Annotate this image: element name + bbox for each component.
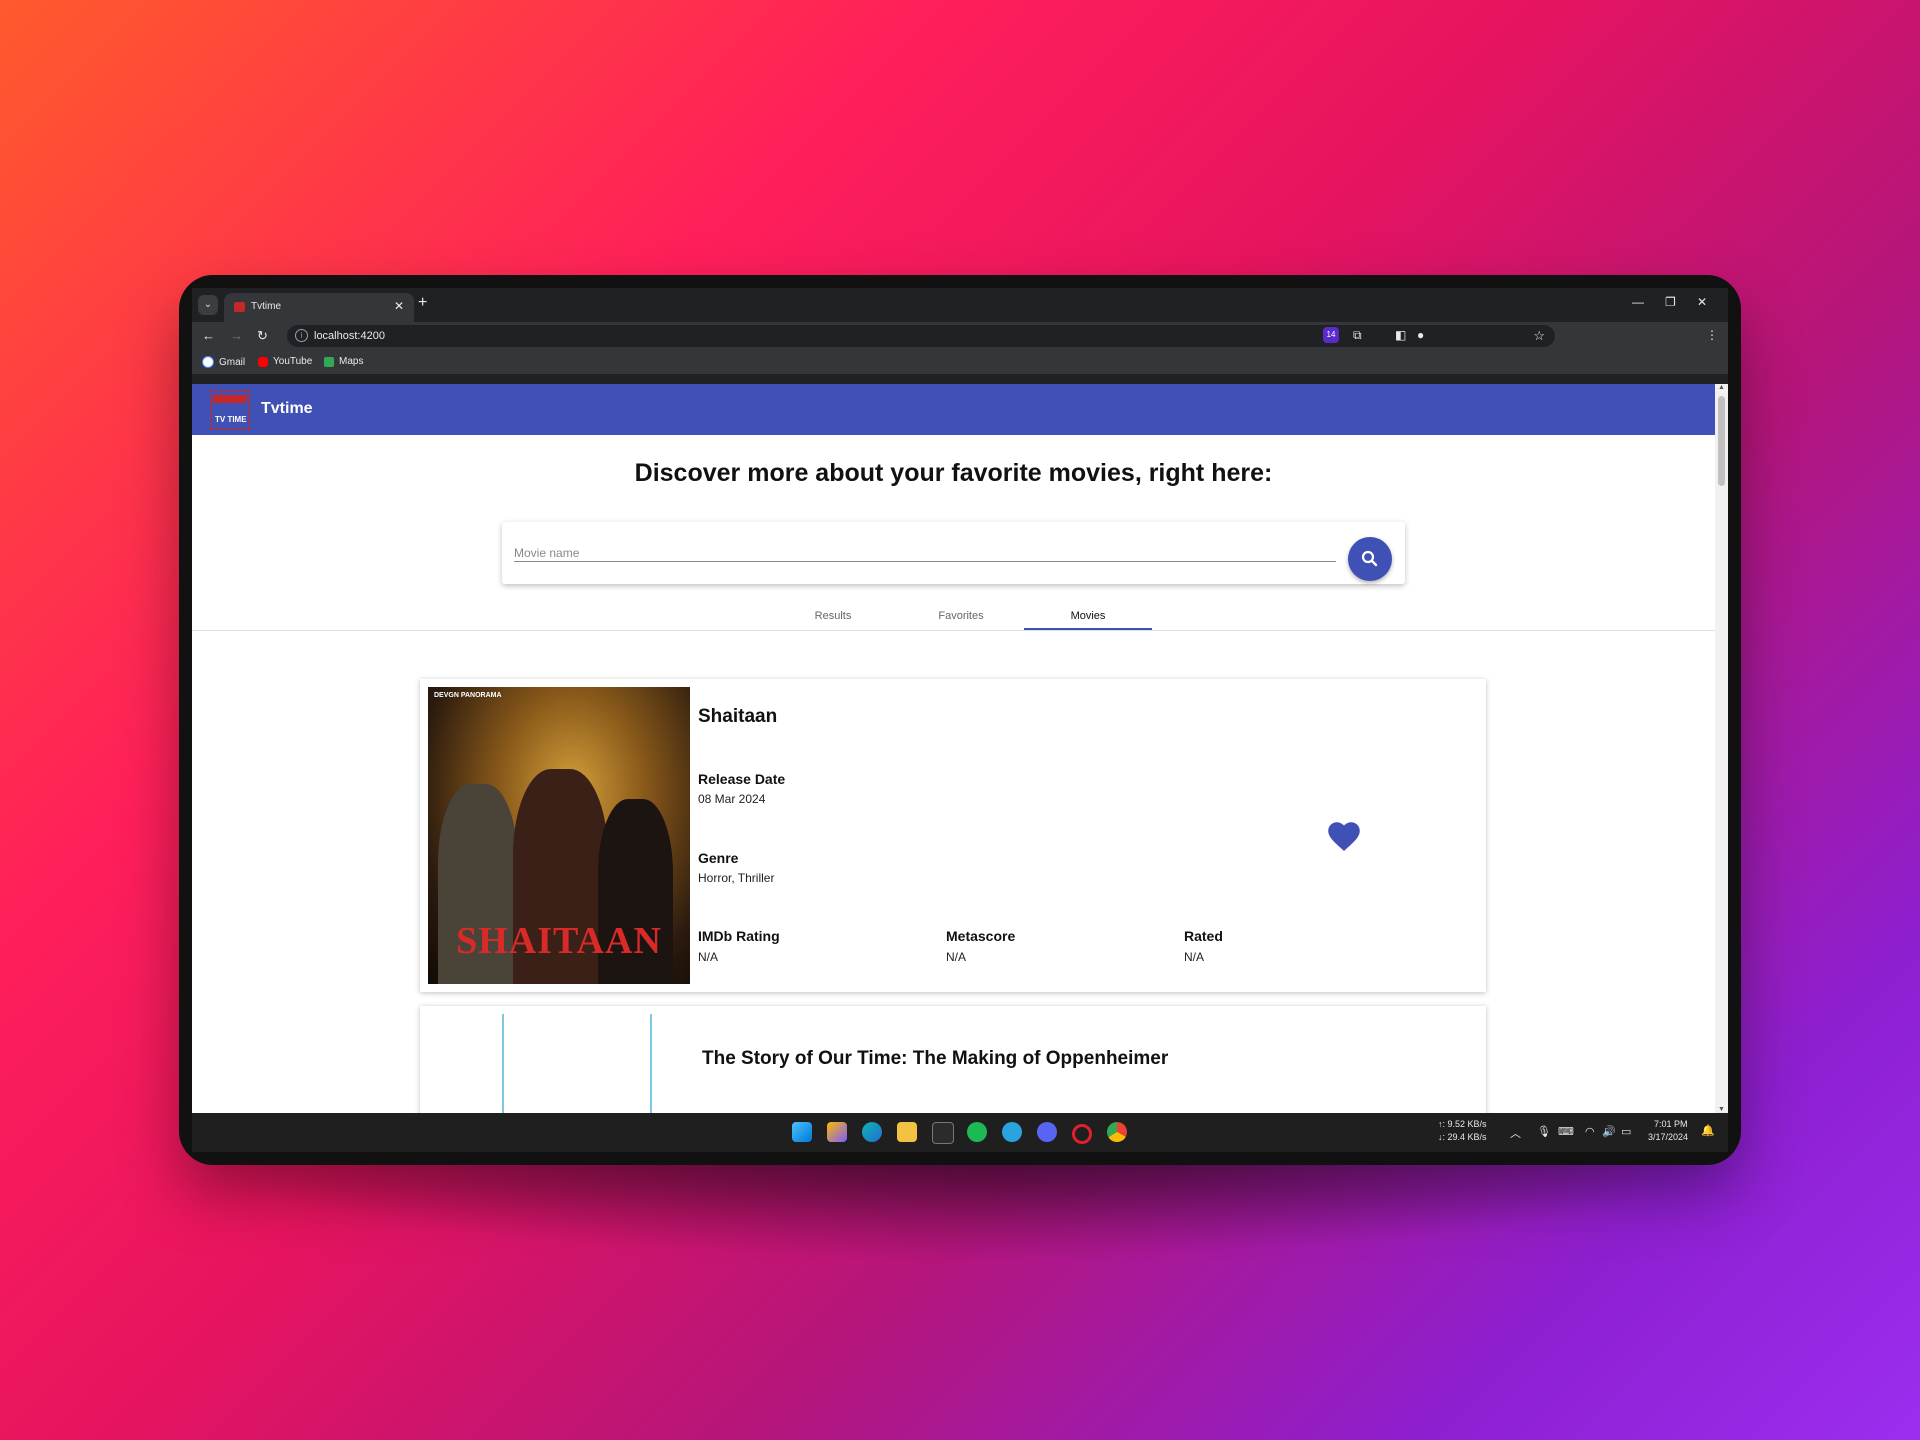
restore-icon[interactable]: ❐ <box>1665 295 1676 309</box>
windows-taskbar: ↑: 9.52 KB/s ↓: 29.4 KB/s ︿ 🎙 ⌨ ◠ 🔊 ▭ 7:… <box>192 1113 1728 1152</box>
rated-label: Rated <box>1184 928 1223 944</box>
notification-bell-icon[interactable]: 🔔 <box>1701 1124 1715 1137</box>
screen: ⌄ Tvtime ✕ + — ❐ ✕ ← → ↻ i localhost:420… <box>192 288 1728 1152</box>
edge-icon[interactable] <box>862 1122 882 1142</box>
tab-strip: ⌄ Tvtime ✕ + — ❐ ✕ <box>192 288 1728 322</box>
close-window-icon[interactable]: ✕ <box>1697 295 1707 309</box>
net-download: ↓: 29.4 KB/s <box>1438 1132 1487 1142</box>
search-card <box>502 522 1405 584</box>
opera-icon[interactable] <box>1072 1124 1092 1144</box>
url-text: localhost:4200 <box>314 330 385 342</box>
net-upload: ↑: 9.52 KB/s <box>1438 1119 1487 1129</box>
extensions-icon[interactable]: ⧉ <box>1353 328 1362 343</box>
active-tab-indicator <box>1024 628 1152 630</box>
movie-search-input[interactable] <box>514 544 1336 562</box>
site-info-icon[interactable]: i <box>295 329 308 342</box>
copilot-icon[interactable] <box>827 1122 847 1142</box>
start-icon[interactable] <box>792 1122 812 1142</box>
extension-badge[interactable]: 14 <box>1323 327 1339 343</box>
back-icon[interactable]: ← <box>202 328 215 343</box>
tab-close-icon[interactable]: ✕ <box>394 299 404 313</box>
logo-text: TV TIME <box>215 415 247 424</box>
minimize-icon[interactable]: — <box>1632 295 1644 309</box>
terminal-icon[interactable] <box>932 1122 954 1144</box>
profile-icon[interactable]: ● <box>1417 328 1424 342</box>
youtube-icon <box>258 356 268 367</box>
clock-date[interactable]: 3/17/2024 <box>1648 1132 1688 1142</box>
movie-poster: DEVGN PANORAMA SHAITAAN <box>428 687 690 984</box>
tab-search-icon[interactable]: ⌄ <box>198 295 218 315</box>
bookmark-maps[interactable]: Maps <box>324 356 363 367</box>
app-toolbar: TV TIME Tvtime <box>192 384 1715 435</box>
browser-tab[interactable]: Tvtime ✕ <box>224 293 414 322</box>
tab-favorites[interactable]: Favorites <box>897 610 1025 622</box>
movie-tabs: Results Favorites Movies <box>192 600 1715 631</box>
new-tab-button[interactable]: + <box>418 294 427 312</box>
metascore-value: N/A <box>946 950 967 964</box>
movie-title: Shaitaan <box>698 706 778 727</box>
side-panel-icon[interactable]: ◧ <box>1395 328 1406 342</box>
imdb-value: N/A <box>698 950 719 964</box>
imdb-label: IMDb Rating <box>698 928 780 944</box>
tray-chevron-icon[interactable]: ︿ <box>1510 1125 1521 1141</box>
page-scrollbar[interactable]: ▲ ▼ <box>1715 384 1728 1113</box>
address-bar[interactable]: i localhost:4200 ☆ <box>287 325 1555 347</box>
favorite-heart-icon[interactable] <box>1326 819 1362 853</box>
tvtime-logo: TV TIME <box>210 390 250 430</box>
discord-icon[interactable] <box>1037 1122 1057 1142</box>
keyboard-icon[interactable]: ⌨ <box>1558 1125 1574 1138</box>
movie-card: DEVGN PANORAMA SHAITAAN Shaitaan Release… <box>420 679 1486 992</box>
bookmarks-bar: Gmail YouTube Maps <box>192 350 1728 374</box>
reload-icon[interactable]: ↻ <box>257 328 268 344</box>
poster-studio-text: DEVGN PANORAMA <box>434 692 502 699</box>
telegram-icon[interactable] <box>1002 1122 1022 1142</box>
metascore-label: Metascore <box>946 928 1016 944</box>
tab-title: Tvtime <box>251 301 281 312</box>
bookmark-gmail[interactable]: Gmail <box>202 356 245 368</box>
battery-icon[interactable]: ▭ <box>1621 1125 1631 1138</box>
maps-icon <box>324 356 334 367</box>
search-button[interactable] <box>1348 537 1392 581</box>
wifi-icon[interactable]: ◠ <box>1585 1125 1595 1138</box>
movie-title: The Story of Our Time: The Making of Opp… <box>702 1048 1169 1069</box>
poster-title: SHAITAAN <box>456 920 662 962</box>
scroll-down-icon[interactable]: ▼ <box>1718 1106 1725 1113</box>
page-headline: Discover more about your favorite movies… <box>634 459 1273 487</box>
genre-value: Horror, Thriller <box>698 871 775 885</box>
app-title: Tvtime <box>261 400 313 417</box>
search-icon <box>1361 550 1378 567</box>
scrollbar-thumb[interactable] <box>1718 396 1725 486</box>
tab-favicon-icon <box>234 302 245 312</box>
bookmark-youtube[interactable]: YouTube <box>258 356 312 367</box>
scroll-up-icon[interactable]: ▲ <box>1718 384 1725 391</box>
tab-results[interactable]: Results <box>769 610 897 622</box>
chrome-icon[interactable] <box>1107 1122 1127 1142</box>
browser-toolbar: ← → ↻ i localhost:4200 ☆ 14 ⧉ ◧ ● ⋮ <box>192 322 1728 350</box>
logo-clapper <box>212 395 248 403</box>
clock-time[interactable]: 7:01 PM <box>1654 1119 1688 1129</box>
tab-movies[interactable]: Movies <box>1024 610 1152 622</box>
spotify-icon[interactable] <box>967 1122 987 1142</box>
movie-card: The Story of Our Time: The Making of Opp… <box>420 1006 1486 1113</box>
file-explorer-icon[interactable] <box>897 1122 917 1142</box>
rated-value: N/A <box>1184 950 1205 964</box>
release-date-value: 08 Mar 2024 <box>698 792 766 806</box>
bookmark-star-icon[interactable]: ☆ <box>1533 328 1545 344</box>
page-viewport: TV TIME Tvtime Discover more about your … <box>192 384 1715 1113</box>
menu-icon[interactable]: ⋮ <box>1706 328 1718 342</box>
google-icon <box>202 356 214 368</box>
volume-icon[interactable]: 🔊 <box>1602 1125 1616 1138</box>
movie-poster <box>502 1014 652 1113</box>
forward-icon[interactable]: → <box>230 328 243 343</box>
microphone-icon[interactable]: 🎙 <box>1537 1125 1551 1138</box>
release-date-label: Release Date <box>698 771 786 787</box>
genre-label: Genre <box>698 850 739 866</box>
